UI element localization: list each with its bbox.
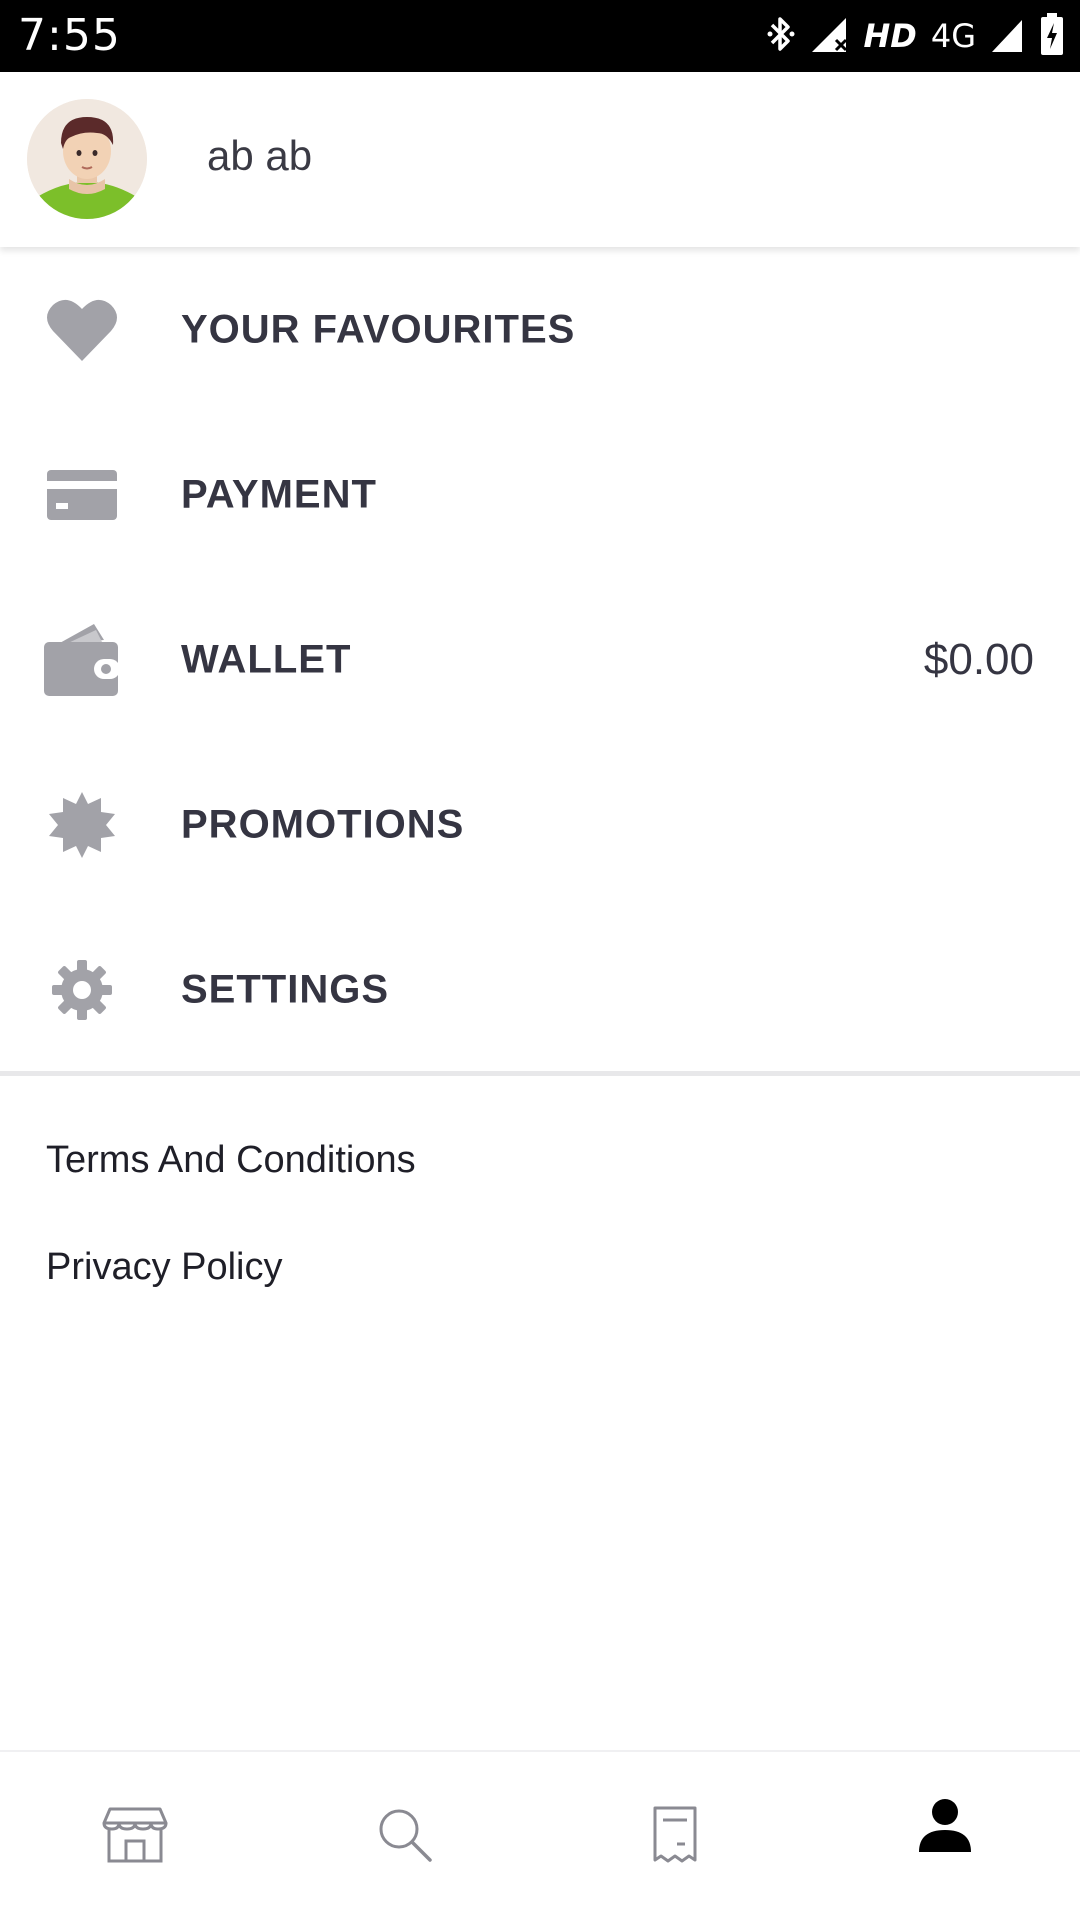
menu-item-favourites[interactable]: YOUR FAVOURITES [0, 247, 1080, 412]
menu-item-label: PROMOTIONS [181, 802, 465, 846]
nav-orders[interactable] [540, 1752, 810, 1922]
search-icon [377, 1807, 433, 1868]
menu-item-label: SETTINGS [181, 967, 390, 1011]
menu-item-label: WALLET [181, 637, 352, 681]
menu-item-payment[interactable]: PAYMENT [0, 412, 1080, 577]
wallet-balance: $0.00 [923, 634, 1034, 684]
menu-item-settings[interactable]: SETTINGS [0, 907, 1080, 1072]
terms-link[interactable]: Terms And Conditions [0, 1110, 1080, 1217]
nav-search[interactable] [270, 1752, 540, 1922]
signal-icon [990, 14, 1026, 59]
menu-item-label: YOUR FAVOURITES [181, 307, 576, 351]
signal-icon [810, 14, 850, 59]
privacy-link[interactable]: Privacy Policy [0, 1217, 1080, 1324]
badge-icon [40, 783, 124, 867]
hd-label: HD [863, 17, 917, 55]
gear-icon [40, 948, 124, 1032]
nav-account[interactable] [810, 1752, 1080, 1922]
status-icons: HD 4G [766, 12, 1065, 60]
battery-charging-icon [1040, 12, 1064, 61]
menu-item-label: PAYMENT [181, 472, 377, 516]
account-icon [917, 1798, 973, 1859]
section-divider [0, 1071, 1080, 1076]
profile-header[interactable]: ab ab [0, 72, 1080, 247]
network-label: 4G [930, 17, 976, 55]
status-time: 7:55 [18, 10, 121, 61]
nav-home[interactable] [0, 1752, 270, 1922]
profile-name[interactable]: ab ab [207, 132, 312, 180]
menu-item-promotions[interactable]: PROMOTIONS [0, 742, 1080, 907]
receipt-icon [653, 1806, 697, 1869]
credit-card-icon [40, 453, 124, 537]
account-menu: YOUR FAVOURITES PAYMENT WALLET $0.00 PRO… [0, 247, 1080, 1072]
status-bar: 7:55 HD 4G [0, 0, 1080, 72]
avatar-icon[interactable] [27, 99, 147, 219]
legal-links: Terms And Conditions Privacy Policy [0, 1110, 1080, 1324]
store-icon [102, 1807, 168, 1868]
wallet-icon [40, 618, 124, 702]
heart-icon [40, 288, 124, 372]
bottom-nav [0, 1750, 1080, 1920]
bluetooth-icon [766, 14, 796, 59]
menu-item-wallet[interactable]: WALLET $0.00 [0, 577, 1080, 742]
